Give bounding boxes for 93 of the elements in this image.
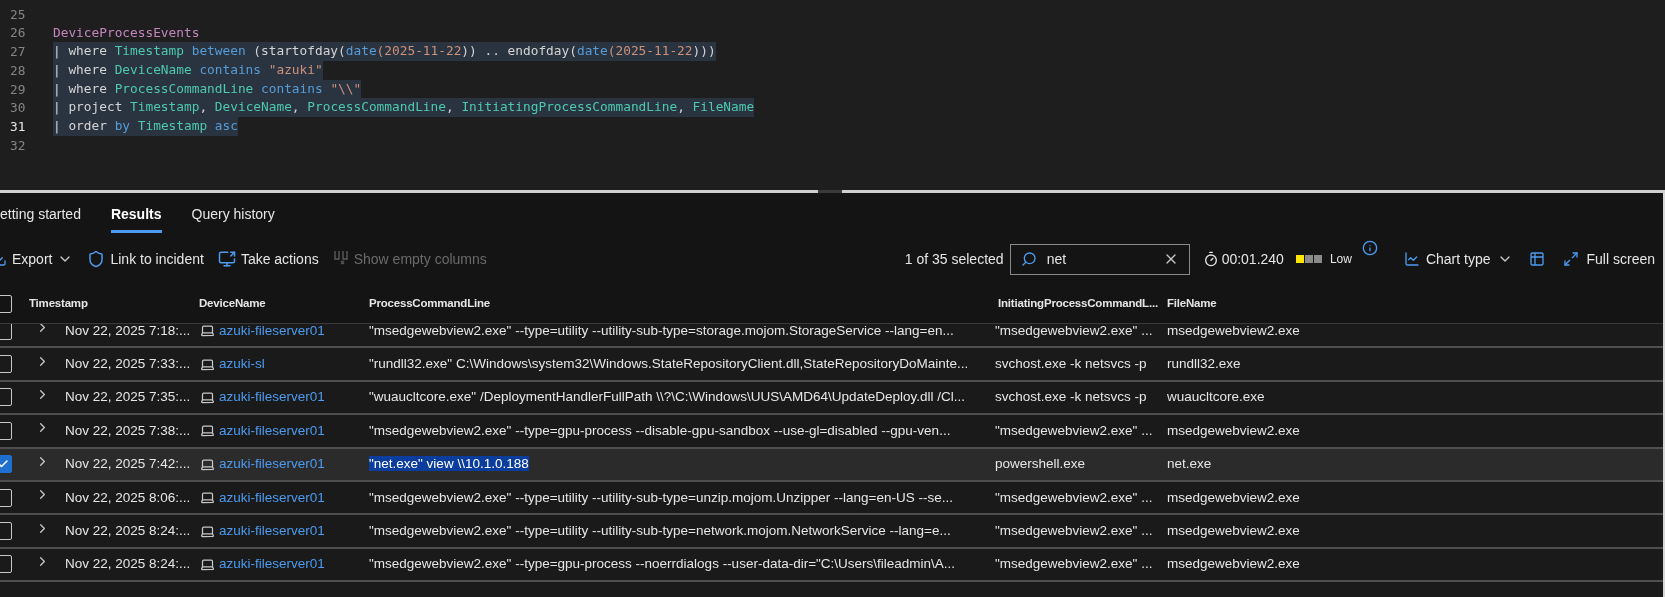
line-number: 30 [9, 99, 27, 118]
table-cell: "rundll32.exe" C:\Windows\system32\Windows.StateRepositoryClient.dll,StateRepositoryDoMainte... [369, 355, 969, 371]
search-icon [1020, 251, 1037, 267]
table-cell: net.exe [1167, 456, 1212, 472]
results-tab[interactable]: Query history [191, 199, 275, 233]
row-checkbox[interactable] [0, 455, 12, 474]
timer-icon [1202, 251, 1219, 267]
table-cell: "msedgewebview2.exe" --type=gpu-process --disable-gpu-sandbox --use-gl=disabled --gpu-ven... [369, 422, 951, 438]
table-cell: Nov 22, 2025 7:38:... [65, 422, 191, 438]
table-cell: "msedgewebview2.exe" --type=utility --utility-sub-type=network.mojom.NetworkService --lang=e... [369, 522, 951, 538]
selection-count: 1 of 35 selected [904, 249, 1004, 269]
full-screen-button[interactable]: Full screen [1562, 248, 1655, 270]
row-checkbox[interactable] [0, 555, 12, 574]
row-checkbox[interactable] [0, 522, 12, 541]
toolbar-button[interactable]: Take actions [217, 248, 319, 270]
table-cell: wuaucltcore.exe [1167, 389, 1265, 405]
results-tab[interactable]: Results [110, 199, 162, 233]
line-number: 26 [9, 24, 27, 43]
table-cell: "msedgewebview2.exe" ... [995, 324, 1153, 338]
line-number: 25 [9, 5, 27, 24]
toolbar-button[interactable]: Export [0, 248, 74, 270]
table-cell: msedgewebview2.exe [1167, 324, 1300, 338]
table-cell: msedgewebview2.exe [1167, 522, 1300, 538]
device-link[interactable]: azuki-sl [219, 353, 265, 375]
line-number: 31 [9, 117, 27, 136]
table-row[interactable]: Nov 22, 2025 7:18:... azuki-fileserver01 "msedgewebview2.exe" --type=utility --utility-sub-type=storage.mojom.StorageService --lang=en... "msedgewebview2.exe" ... msedgewebview2.exe [0, 324, 1663, 349]
table-cell: "msedgewebview2.exe" --type=utility --utility-sub-type=unzip.mojom.Unzipper --lang=en-US --se... [369, 489, 953, 505]
table-cell: "msedgewebview2.exe" --type=gpu-process --noerrdialogs --user-data-dir="C:\Users\fileadmin\A... [369, 556, 956, 572]
expand-icon [1562, 251, 1579, 267]
resource-label: Low [1329, 251, 1352, 268]
table-cell: "wuaucltcore.exe" /DeploymentHandlerFullPath \\?\C:\Windows\UUS\AMD64\UpdateDeploy.dll /Cl... [369, 389, 966, 405]
laptop-icon [200, 490, 215, 506]
table-cell: "msedgewebview2.exe" --type=utility --utility-sub-type=storage.mojom.StorageService --lang=en... [369, 324, 954, 338]
laptop-icon [200, 324, 215, 339]
table-cell: Nov 22, 2025 8:24:... [65, 556, 191, 572]
table-cell: "msedgewebview2.exe" ... [995, 422, 1153, 438]
table-cell: Nov 22, 2025 7:42:... [65, 456, 191, 472]
device-link[interactable]: azuki-fileserver01 [219, 487, 325, 508]
table-cell: msedgewebview2.exe [1167, 556, 1300, 572]
line-number: 27 [9, 43, 27, 62]
laptop-icon [200, 556, 215, 572]
table-cell: msedgewebview2.exe [1167, 422, 1300, 438]
code-editor[interactable] [0, 0, 1665, 190]
laptop-icon [200, 423, 215, 439]
search-field[interactable]: net [1009, 243, 1190, 275]
laptop-icon [200, 356, 215, 372]
table-cell: Nov 22, 2025 7:18:... [65, 324, 191, 338]
table-cell: powershell.exe [995, 456, 1086, 472]
table-cell: "net.exe" view \\10.1.0.188 [369, 456, 529, 472]
info-icon[interactable] [1361, 240, 1378, 256]
shield-icon [87, 250, 106, 268]
laptop-icon [200, 456, 215, 472]
device-link[interactable]: azuki-fileserver01 [219, 324, 325, 341]
row-checkbox[interactable] [0, 488, 12, 507]
column-header[interactable]: InitiatingProcessCommandL... [998, 295, 1167, 313]
table-cell: "msedgewebview2.exe" ... [995, 522, 1153, 538]
row-checkbox[interactable] [0, 421, 12, 440]
laptop-icon [200, 523, 215, 539]
device-link[interactable]: azuki-fileserver01 [219, 454, 325, 475]
monitor-icon [217, 250, 236, 268]
line-number: 32 [9, 136, 27, 155]
table-cell: Nov 22, 2025 8:24:... [65, 522, 191, 538]
row-checkbox[interactable] [0, 388, 12, 407]
line-number: 28 [9, 61, 27, 80]
line-number: 29 [9, 80, 27, 99]
chart-type-button[interactable]: Chart type [1403, 248, 1513, 270]
device-link[interactable]: azuki-fileserver01 [219, 420, 325, 441]
table-cell: "msedgewebview2.exe" ... [995, 489, 1153, 505]
table-cell: svchost.exe -k netsvcs -p [995, 355, 1147, 371]
column-header[interactable]: Timestamp [29, 295, 199, 313]
table-cell: msedgewebview2.exe [1167, 489, 1300, 505]
laptop-icon [200, 389, 215, 405]
table-cell: "msedgewebview2.exe" ... [995, 556, 1153, 572]
row-checkbox[interactable] [0, 355, 12, 374]
line-chart-icon [1403, 251, 1420, 267]
results-tab[interactable]: etting started [0, 199, 81, 233]
table-cell: Nov 22, 2025 7:33:... [65, 355, 191, 371]
table-cell: Nov 22, 2025 7:35:... [65, 389, 191, 405]
device-link[interactable]: azuki-fileserver01 [219, 554, 325, 575]
device-link[interactable]: azuki-fileserver01 [219, 387, 325, 408]
query-duration: 00:01.240 [1221, 249, 1284, 269]
search-input[interactable]: net [1046, 248, 1153, 270]
column-header[interactable]: FileName [1167, 295, 1663, 313]
column-header[interactable]: DeviceName [199, 295, 369, 313]
device-link[interactable]: azuki-fileserver01 [219, 520, 325, 542]
table-row[interactable]: Nov 22, 2025 7:42:... azuki-fileserver01 "net.exe" view \\10.1.0.188 powershell.exe net.exe [0, 448, 1663, 482]
table-cell: rundll32.exe [1167, 355, 1241, 371]
toolbar-button[interactable]: Link to incident [87, 248, 204, 270]
table-cell: Nov 22, 2025 8:06:... [65, 489, 191, 505]
table-icon[interactable] [1528, 251, 1545, 267]
table-cell: svchost.exe -k netsvcs -p [995, 389, 1147, 405]
column-header[interactable]: ProcessCommandLine [369, 295, 998, 313]
code-line: DeviceProcessEvents [53, 23, 200, 42]
